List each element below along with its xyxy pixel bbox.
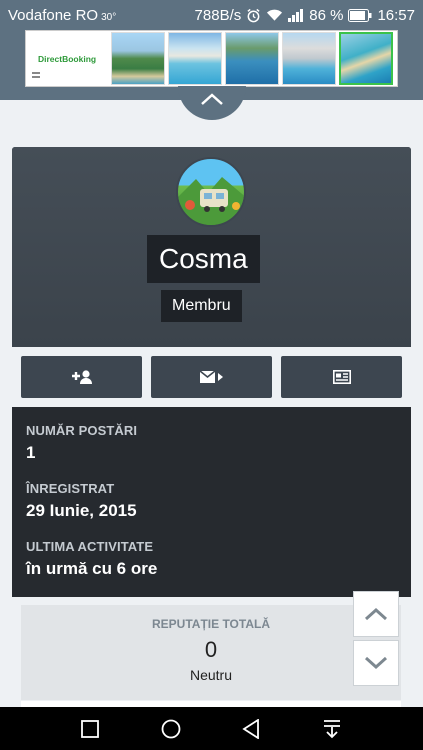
signal-icon [288,8,304,22]
reputation-status: Neutru [189,667,233,683]
alarm-icon [246,8,261,23]
scroll-up-button[interactable] [353,591,399,637]
profile-stats: NUMĂR POSTĂRI 1 ÎNREGISTRAT 29 Iunie, 20… [12,407,411,597]
profile-card: Cosma Membru NUMĂR POSTĂRI 1 ÎNREGISTRAT… [12,147,411,707]
scroll-down-button[interactable] [353,640,399,686]
stat-posts: NUMĂR POSTĂRI 1 [26,423,397,463]
reputation-box: REPUTAȚIE TOTALĂ 0 Neutru [21,605,401,700]
profile-actions [12,347,411,407]
temperature: 30° [101,11,117,23]
home-icon[interactable] [161,719,181,739]
ad-thumbnail-1[interactable] [111,32,165,85]
status-right: 788B/s 86 % 16:57 [195,7,415,24]
ad-thumbnail-5[interactable] [339,32,393,85]
ad-logo[interactable]: DirectBooking [28,32,108,85]
view-content-icon [332,370,351,384]
send-message-button[interactable] [151,356,272,398]
carrier-name: Vodafone RO [8,6,99,24]
carrier-info: Vodafone RO 30° [8,7,116,24]
add-friend-icon [71,370,92,384]
chevron-up-icon [201,93,223,105]
chevron-up-icon [364,607,388,621]
ad-banner[interactable]: DirectBooking [25,30,398,87]
battery-percent: 86 % [309,6,344,24]
recent-apps-icon[interactable] [80,719,99,738]
add-friend-button[interactable] [21,356,142,398]
wifi-icon [266,8,283,22]
status-bar: Vodafone RO 30° 788B/s 86 % 16:57 [0,0,423,30]
ad-thumbnail-3[interactable] [225,32,279,85]
back-icon[interactable] [242,718,260,739]
ad-thumbnail-2[interactable] [168,32,222,85]
send-message-icon [199,370,223,383]
stat-label: ÎNREGISTRAT [26,481,115,496]
profile-name: Cosma [147,235,260,283]
chevron-down-icon [364,656,388,670]
stat-value: 1 [26,443,36,462]
collapse-header-button[interactable] [178,86,246,120]
profile-header: Cosma Membru [12,147,411,347]
ad-thumbnail-4[interactable] [282,32,336,85]
ad-menu-icon[interactable] [32,72,40,78]
stat-value: în urmă cu 6 ore [26,559,158,578]
reputation-value: 0 [204,637,218,662]
stat-label: NUMĂR POSTĂRI [26,423,138,438]
stat-registered: ÎNREGISTRAT 29 Iunie, 2015 [26,481,397,521]
stat-value: 29 Iunie, 2015 [26,501,137,520]
view-content-button[interactable] [281,356,402,398]
reputation-section: REPUTAȚIE TOTALĂ 0 Neutru [12,597,411,707]
stat-label: ULTIMA ACTIVITATE [26,539,154,554]
avatar[interactable] [176,157,246,227]
net-speed: 788B/s [194,6,242,24]
reputation-label: REPUTAȚIE TOTALĂ [152,617,270,631]
notification-pull-icon[interactable] [322,719,342,739]
camper-van-icon [178,177,244,225]
clock: 16:57 [377,6,415,24]
stat-last-activity: ULTIMA ACTIVITATE în urmă cu 6 ore [26,539,397,579]
battery-icon [348,8,372,22]
profile-role: Membru [161,290,242,322]
android-nav-bar [0,707,423,750]
ad-brand: DirectBooking [38,54,97,64]
